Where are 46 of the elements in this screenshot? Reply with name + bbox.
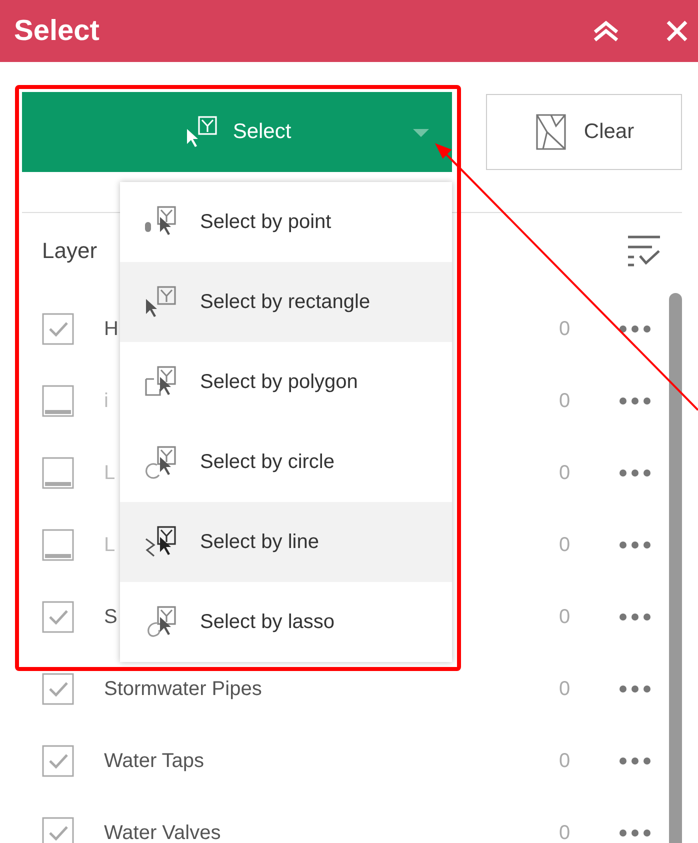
close-icon[interactable] [666, 20, 688, 42]
feature-count: 0 [559, 534, 572, 556]
layer-name: S [104, 606, 118, 628]
layer-name: Stormwater Pipes [104, 678, 262, 700]
collapse-icon[interactable] [592, 20, 620, 42]
layer-name: H [104, 318, 118, 340]
menu-item[interactable]: Select by point [120, 182, 452, 262]
layer-name: L [104, 534, 116, 556]
more-icon[interactable] [619, 397, 651, 405]
more-icon[interactable] [619, 613, 651, 621]
checkbox[interactable] [42, 673, 74, 705]
menu-item[interactable]: Select by rectangle [120, 262, 452, 342]
checkbox[interactable] [42, 745, 74, 777]
checkbox[interactable] [42, 313, 74, 345]
checkbox[interactable] [42, 601, 74, 633]
more-icon[interactable] [619, 757, 651, 765]
more-icon[interactable] [619, 829, 651, 837]
layer-name: Water Valves [104, 822, 221, 843]
feature-count: 0 [559, 822, 572, 843]
select-button[interactable]: Select [22, 92, 452, 172]
feature-count: 0 [559, 462, 572, 484]
menu-item[interactable]: Select by polygon [120, 342, 452, 422]
filter-icon[interactable] [626, 234, 662, 268]
layer-name: i [104, 390, 108, 412]
panel-title: Select [14, 14, 100, 48]
more-icon[interactable] [619, 685, 651, 693]
checkbox[interactable] [42, 817, 74, 843]
layer-name: L [104, 462, 116, 484]
feature-count: 0 [559, 750, 572, 772]
feature-count: 0 [559, 318, 572, 340]
more-icon[interactable] [619, 469, 651, 477]
more-icon[interactable] [619, 541, 651, 549]
scrollbar[interactable] [669, 293, 682, 843]
feature-count: 0 [559, 606, 572, 628]
column-header: Layer [42, 238, 98, 264]
feature-count: 0 [559, 678, 572, 700]
menu-item[interactable]: Select by line [120, 502, 452, 582]
polygon-select-icon [142, 365, 178, 399]
caret-icon [412, 128, 430, 138]
menu-item[interactable]: Select by lasso [120, 582, 452, 662]
feature-count: 0 [559, 390, 572, 412]
clear-button[interactable]: Clear [486, 94, 682, 170]
menu-item[interactable]: Select by circle [120, 422, 452, 502]
layer-name: Water Taps [104, 750, 204, 772]
more-icon[interactable] [619, 325, 651, 333]
clear-selection-icon [534, 112, 568, 152]
